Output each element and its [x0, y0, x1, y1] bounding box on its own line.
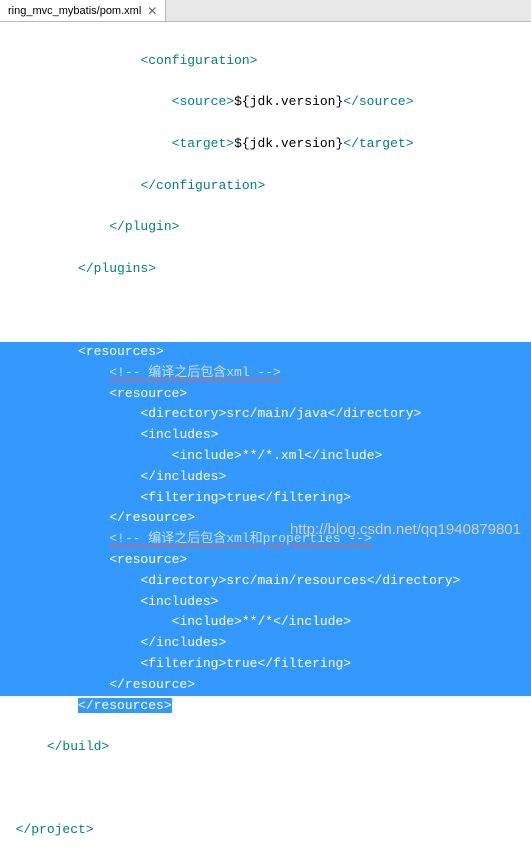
xml-tag: <includes> — [140, 594, 218, 609]
xml-tag: <resource> — [109, 386, 187, 401]
xml-text: true — [226, 490, 257, 505]
xml-text: ${jdk.version} — [234, 94, 343, 109]
xml-comment: <!-- 编译之后包含xml --> — [109, 365, 281, 380]
xml-tag: <include> — [172, 614, 242, 629]
xml-tag: </target> — [343, 136, 413, 151]
xml-tag: <include> — [172, 448, 242, 463]
xml-tag: <configuration> — [140, 53, 257, 68]
xml-tag: <resource> — [109, 552, 187, 567]
xml-tag: </include> — [273, 614, 351, 629]
xml-tag: </project> — [16, 822, 94, 837]
xml-tag: <target> — [172, 136, 234, 151]
xml-tag: </includes> — [140, 469, 226, 484]
xml-text: **/*.xml — [242, 448, 304, 463]
xml-tag: <directory> — [140, 406, 226, 421]
xml-tag: </resource> — [109, 510, 195, 525]
xml-comment: <!-- 编译之后包含xml和properties --> — [109, 531, 372, 546]
xml-tag: </include> — [304, 448, 382, 463]
xml-tag: <filtering> — [140, 490, 226, 505]
file-tab[interactable]: ring_mvc_mybatis/pom.xml ✕ — [0, 0, 166, 21]
xml-text: src/main/java — [226, 406, 327, 421]
xml-tag: </resource> — [109, 677, 195, 692]
close-icon[interactable]: ✕ — [147, 4, 157, 18]
xml-text: true — [226, 656, 257, 671]
tab-label: ring_mvc_mybatis/pom.xml — [8, 5, 141, 17]
xml-text: ${jdk.version} — [234, 136, 343, 151]
xml-tag: </build> — [47, 739, 109, 754]
xml-tag: <directory> — [140, 573, 226, 588]
xml-tag: </filtering> — [257, 490, 351, 505]
code-editor[interactable]: <configuration> <source>${jdk.version}</… — [0, 22, 531, 862]
xml-tag: </resources> — [78, 698, 172, 713]
xml-tag: <filtering> — [140, 656, 226, 671]
xml-tag: </configuration> — [140, 178, 265, 193]
xml-tag: </directory> — [328, 406, 422, 421]
xml-tag: </plugin> — [109, 219, 179, 234]
tab-bar: ring_mvc_mybatis/pom.xml ✕ — [0, 0, 531, 22]
xml-tag: <source> — [172, 94, 234, 109]
xml-tag: </includes> — [140, 635, 226, 650]
xml-tag: <resources> — [78, 344, 164, 359]
xml-tag: </source> — [343, 94, 413, 109]
xml-text: **/* — [242, 614, 273, 629]
xml-tag: </directory> — [367, 573, 461, 588]
xml-tag: </plugins> — [78, 261, 156, 276]
xml-tag: <includes> — [140, 427, 218, 442]
xml-text: src/main/resources — [226, 573, 366, 588]
xml-tag: </filtering> — [257, 656, 351, 671]
